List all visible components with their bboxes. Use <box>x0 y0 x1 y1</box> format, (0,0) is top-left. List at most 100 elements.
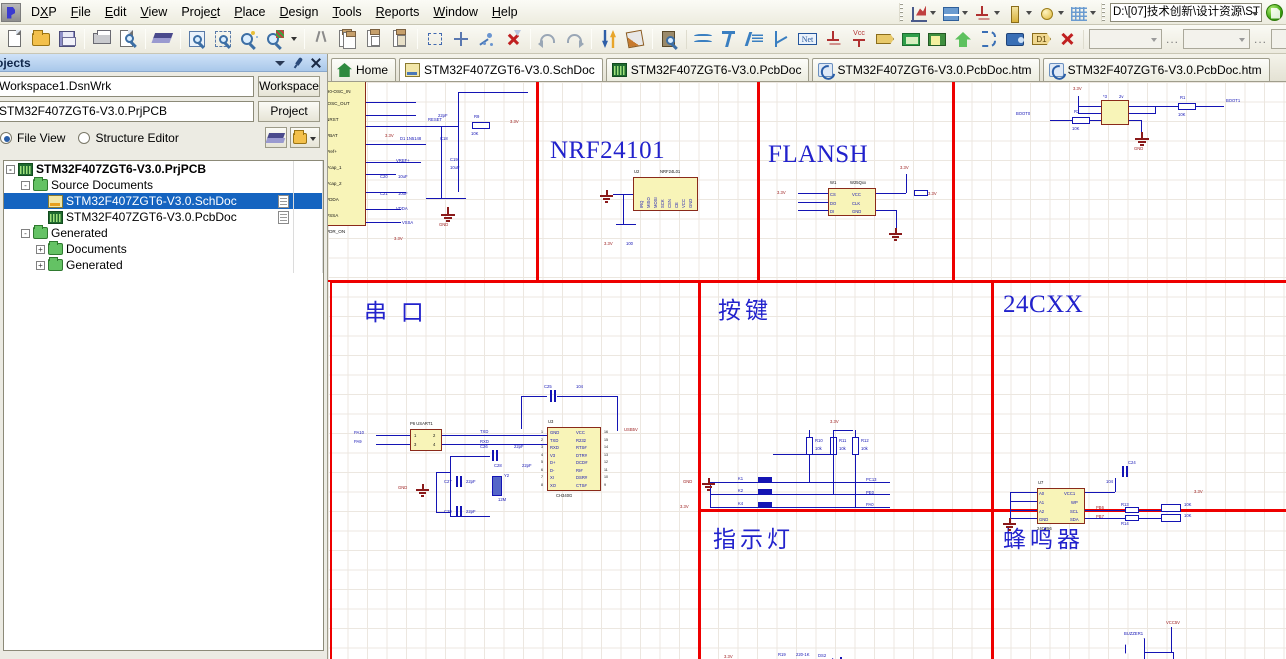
toolbar-combo-2[interactable] <box>1183 29 1251 49</box>
print-preview-icon[interactable] <box>116 27 140 51</box>
undo-icon[interactable] <box>536 27 560 51</box>
tree-item-0[interactable]: - STM32F407ZGT6-V3.0.PrjPCB <box>4 161 323 177</box>
document-actions-icon[interactable] <box>290 127 320 148</box>
layers-dropdown-arrow[interactable] <box>961 2 970 22</box>
paste-icon[interactable] <box>362 27 386 51</box>
crystal-y2[interactable] <box>492 476 502 496</box>
boot-jumper-symbol[interactable] <box>1101 100 1129 125</box>
clear-selection-icon[interactable] <box>501 27 525 51</box>
collapse-icon[interactable]: - <box>21 228 30 238</box>
zoom-document-icon[interactable] <box>186 27 210 51</box>
place-sheet-entry-icon[interactable] <box>951 27 975 51</box>
file-view-radio[interactable] <box>0 131 12 144</box>
save-icon[interactable] <box>55 27 79 51</box>
copy-icon[interactable] <box>336 27 360 51</box>
path-toolbar-grip[interactable] <box>1101 2 1105 22</box>
resistor-r10[interactable] <box>806 437 813 455</box>
dxp-logo-icon[interactable] <box>1 2 21 22</box>
collapse-icon[interactable]: - <box>6 164 15 174</box>
menu-item-window[interactable]: Window <box>426 2 484 22</box>
place-port-icon[interactable] <box>873 27 897 51</box>
menu-item-design[interactable]: Design <box>273 2 326 22</box>
gnd-symbol[interactable] <box>440 207 456 222</box>
gnd-symbol[interactable] <box>1003 518 1017 531</box>
place-no-erc-icon[interactable] <box>1055 27 1079 51</box>
ellipse-dropdown-arrow[interactable] <box>1057 2 1066 22</box>
capacitor-c24[interactable] <box>1118 466 1130 477</box>
menu-item-tools[interactable]: Tools <box>325 2 368 22</box>
select-area-icon[interactable] <box>423 27 447 51</box>
resistor-r12[interactable] <box>852 437 859 455</box>
workspace-button[interactable]: Workspace <box>258 76 320 97</box>
layers-button-icon[interactable] <box>265 127 287 148</box>
place-bus-icon[interactable] <box>717 27 741 51</box>
gnd-symbol[interactable] <box>600 190 614 203</box>
tree-item-1[interactable]: - Source Documents <box>4 177 323 193</box>
move-icon[interactable] <box>449 27 473 51</box>
tab-1[interactable]: STM32F407ZGT6-V3.0.SchDoc <box>399 58 603 81</box>
grid-dropdown-arrow[interactable] <box>1089 2 1098 22</box>
workspace-field[interactable]: Workspace1.DsnWrk <box>0 76 254 97</box>
menu-item-help[interactable]: Help <box>485 2 525 22</box>
project-field[interactable]: STM32F407ZGT6-V3.0.PrjPCB <box>0 101 254 122</box>
toolbar-combo-1[interactable] <box>1089 29 1162 49</box>
tree-item-2[interactable]: STM32F407ZGT6-V3.0.SchDoc <box>4 193 323 209</box>
resistor-r9[interactable] <box>472 122 490 129</box>
project-button[interactable]: Project <box>258 101 320 122</box>
drag-icon[interactable] <box>475 27 499 51</box>
resistor-r2[interactable] <box>1072 117 1090 124</box>
ruler-chart-icon[interactable] <box>907 2 928 23</box>
ground-dropdown-arrow[interactable] <box>993 2 1002 22</box>
chevron-down-icon[interactable] <box>274 57 286 69</box>
expand-icon[interactable]: + <box>36 260 45 270</box>
menu-item-dxp[interactable]: DXP <box>24 2 64 22</box>
browse-library-icon[interactable] <box>658 27 682 51</box>
toolbar-grip[interactable] <box>1083 29 1084 49</box>
menu-item-edit[interactable]: Edit <box>98 2 134 22</box>
tree-item-6[interactable]: + Generated <box>4 257 323 273</box>
menu-item-file[interactable]: File <box>64 2 98 22</box>
project-tree[interactable]: - STM32F407ZGT6-V3.0.PrjPCB - Source Docume… <box>3 160 324 651</box>
zoom-dropdown-arrow[interactable] <box>289 27 300 51</box>
toolbar-combo-3[interactable] <box>1271 29 1286 49</box>
place-part-icon[interactable] <box>899 27 923 51</box>
place-vcc-icon[interactable]: Vcc <box>847 27 871 51</box>
resistor[interactable] <box>914 190 928 196</box>
push-button-k1[interactable] <box>758 477 772 482</box>
pin-icon[interactable] <box>1003 2 1024 23</box>
push-button-k2[interactable] <box>758 489 772 494</box>
ground-symbol-icon[interactable] <box>971 2 992 23</box>
collapse-icon[interactable]: - <box>21 180 30 190</box>
gnd-symbol[interactable] <box>1134 132 1150 146</box>
resistor-r1[interactable] <box>1178 103 1196 110</box>
wand-icon[interactable] <box>623 27 647 51</box>
tab-3[interactable]: STM32F407ZGT6-V3.0.PcbDoc.htm <box>812 58 1040 81</box>
tab-4[interactable]: STM32F407ZGT6-V3.0.PcbDoc.htm <box>1042 58 1270 81</box>
gnd-symbol[interactable] <box>416 484 430 497</box>
toolbar-grip[interactable] <box>899 2 903 22</box>
pin-dropdown-arrow[interactable] <box>1025 2 1034 22</box>
menu-item-reports[interactable]: Reports <box>369 2 427 22</box>
pullup-block-2[interactable] <box>1161 514 1181 522</box>
tree-item-3[interactable]: STM32F407ZGT6-V3.0.PcbDoc <box>4 209 323 225</box>
up-down-hierarchy-icon[interactable] <box>597 27 621 51</box>
zoom-area-icon[interactable] <box>212 27 236 51</box>
yellow-ellipse-icon[interactable] <box>1035 2 1056 23</box>
zoom-selected-icon[interactable] <box>238 27 262 51</box>
tab-0[interactable]: Home <box>331 58 397 81</box>
toolbar-grip[interactable] <box>686 29 687 49</box>
capacitor-c29[interactable] <box>452 506 463 517</box>
new-document-icon[interactable] <box>3 27 27 51</box>
tree-item-5[interactable]: + Documents <box>4 241 323 257</box>
open-folder-icon[interactable] <box>29 27 53 51</box>
print-icon[interactable] <box>90 27 114 51</box>
schematic-canvas[interactable]: NRF24101 FLANSH 串 口 按键 24CXX 指示灯 蜂鸣器 H0-… <box>328 82 1286 659</box>
zoom-filtered-icon[interactable] <box>264 27 288 51</box>
place-gnd-icon[interactable] <box>821 27 845 51</box>
pullup-block-1[interactable] <box>1161 504 1181 512</box>
tab-2[interactable]: STM32F407ZGT6-V3.0.PcbDoc <box>605 58 810 81</box>
place-device-sheet-icon[interactable] <box>1003 27 1027 51</box>
grid-hatch-icon[interactable] <box>1067 2 1088 23</box>
help-orb-icon[interactable] <box>1266 3 1283 21</box>
menu-item-project[interactable]: Project <box>174 2 227 22</box>
